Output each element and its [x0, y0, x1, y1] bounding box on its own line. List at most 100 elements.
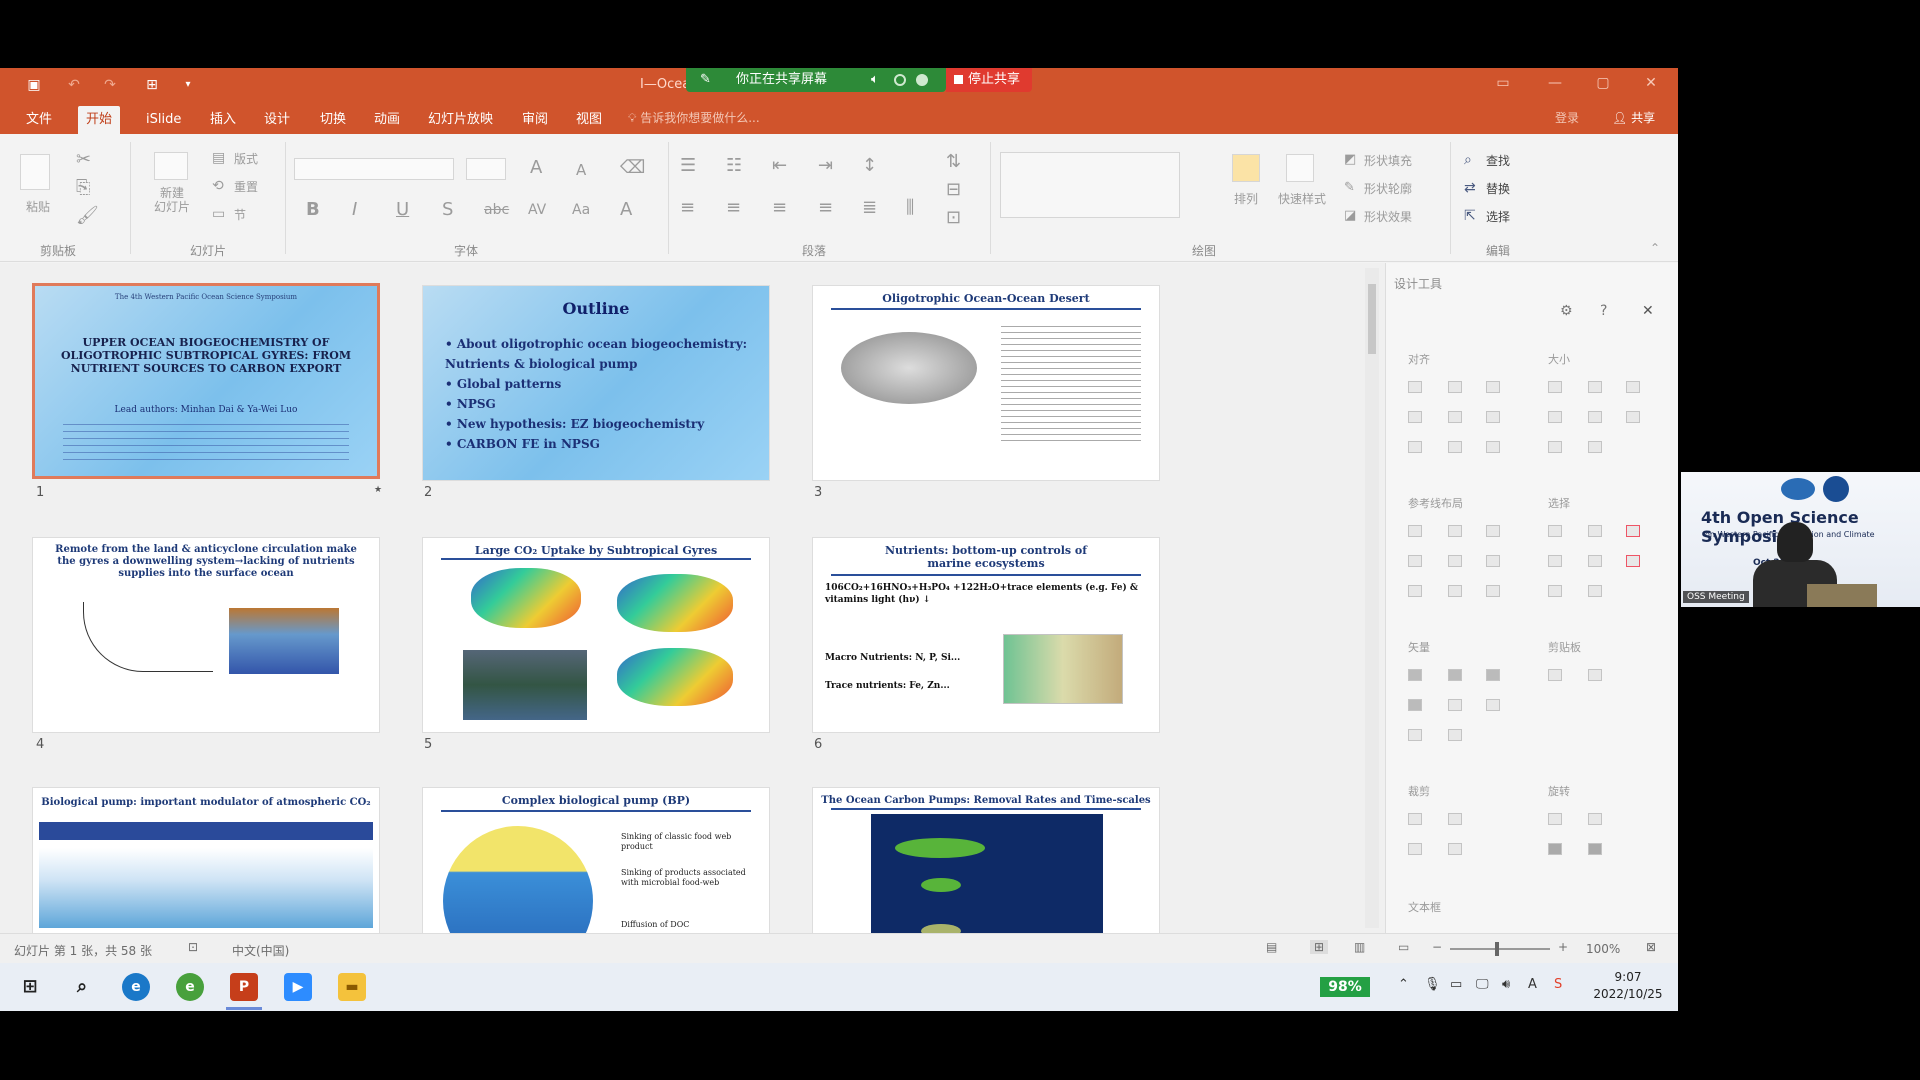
clipboard-tool-icon[interactable]: [1588, 669, 1602, 681]
tab-home[interactable]: 开始: [78, 106, 121, 134]
align-icon[interactable]: [1408, 411, 1422, 423]
clipboard-tool-icon[interactable]: [1548, 669, 1562, 681]
arrange-icon[interactable]: [1232, 154, 1260, 182]
section-icon[interactable]: ▭: [212, 204, 225, 224]
guide-icon[interactable]: [1448, 555, 1462, 567]
smartart-icon[interactable]: ⊡: [946, 208, 961, 228]
bold-icon[interactable]: B: [306, 200, 320, 220]
select-tool-icon[interactable]: [1548, 555, 1562, 567]
network-icon[interactable]: ▭: [1450, 977, 1462, 992]
shape-outline-button[interactable]: 形状轮廓: [1364, 180, 1412, 197]
tab-design[interactable]: 设计: [256, 106, 298, 134]
guide-icon[interactable]: [1448, 585, 1462, 597]
collapse-ribbon-icon[interactable]: ⌃: [1650, 238, 1660, 258]
font-color-icon[interactable]: A: [620, 200, 632, 220]
size-icon[interactable]: [1588, 411, 1602, 423]
powerpoint-icon[interactable]: P: [230, 973, 258, 1001]
rotate-icon[interactable]: [1548, 813, 1562, 825]
ime-icon[interactable]: S: [1554, 977, 1562, 992]
tab-slideshow[interactable]: 幻灯片放映: [420, 106, 501, 134]
close-panel-icon[interactable]: ✕: [1642, 303, 1654, 319]
replace-icon[interactable]: ⇄: [1464, 178, 1476, 198]
vector-icon[interactable]: [1448, 669, 1462, 681]
slide-sorter-view-icon[interactable]: ⊞: [1310, 940, 1329, 954]
crop-icon[interactable]: [1408, 813, 1422, 825]
align-icon[interactable]: [1408, 441, 1422, 453]
align-center-icon[interactable]: ≡: [726, 198, 741, 218]
input-method-icon[interactable]: A: [1528, 977, 1537, 992]
redo-icon[interactable]: ↷: [102, 77, 118, 93]
align-icon[interactable]: [1486, 441, 1500, 453]
vector-icon[interactable]: [1408, 699, 1422, 711]
justify-icon[interactable]: ≡: [818, 198, 833, 218]
guide-icon[interactable]: [1408, 585, 1422, 597]
effects-icon[interactable]: ◪: [1344, 206, 1356, 226]
slide-thumbnail-9[interactable]: The Ocean Carbon Pumps: Removal Rates an…: [812, 787, 1160, 933]
underline-icon[interactable]: U: [396, 200, 409, 220]
slideshow-view-icon[interactable]: ▭: [1398, 940, 1409, 954]
search-icon[interactable]: ⌕: [1464, 150, 1472, 170]
vector-icon[interactable]: [1448, 729, 1462, 741]
close-window-icon[interactable]: ✕: [1644, 76, 1658, 90]
guide-icon[interactable]: [1408, 555, 1422, 567]
char-spacing-icon[interactable]: AV: [528, 200, 546, 220]
vector-icon[interactable]: [1408, 669, 1422, 681]
vector-icon[interactable]: [1448, 699, 1462, 711]
folder-icon[interactable]: ▬: [338, 973, 366, 1001]
format-painter-icon[interactable]: 🖌︎: [76, 206, 99, 226]
zoom-out-icon[interactable]: −: [1432, 940, 1442, 954]
size-icon[interactable]: [1588, 441, 1602, 453]
select-tool-icon[interactable]: [1626, 555, 1640, 567]
replace-button[interactable]: 替换: [1486, 180, 1510, 197]
strikethrough-icon[interactable]: abc: [484, 200, 509, 220]
select-tool-icon[interactable]: [1588, 585, 1602, 597]
new-slide-icon[interactable]: [154, 152, 188, 180]
reading-view-icon[interactable]: ▥: [1354, 940, 1365, 954]
audio-icon[interactable]: 🔈︎: [871, 68, 879, 92]
tab-view[interactable]: 视图: [568, 106, 610, 134]
select-button[interactable]: 选择: [1486, 208, 1510, 225]
align-icon[interactable]: [1486, 381, 1500, 393]
select-icon[interactable]: ⇱: [1464, 206, 1476, 226]
crop-icon[interactable]: [1408, 843, 1422, 855]
align-left-icon[interactable]: ≡: [680, 198, 695, 218]
font-size-select[interactable]: [466, 158, 506, 180]
find-button[interactable]: 查找: [1486, 152, 1510, 169]
paste-button[interactable]: 粘贴: [26, 198, 50, 215]
maximize-icon[interactable]: ▢: [1596, 76, 1610, 90]
size-icon[interactable]: [1626, 381, 1640, 393]
undo-icon[interactable]: ↶: [66, 77, 82, 93]
reset-button[interactable]: 重置: [234, 178, 258, 195]
rotate-icon[interactable]: [1588, 813, 1602, 825]
settings-icon[interactable]: ⚙︎: [1560, 303, 1573, 319]
fit-slide-icon[interactable]: ⊠: [1646, 940, 1656, 954]
display-icon[interactable]: 🖵︎: [1476, 977, 1489, 992]
shape-fill-button[interactable]: 形状填充: [1364, 152, 1412, 169]
align-icon[interactable]: [1448, 441, 1462, 453]
tab-file[interactable]: 文件: [18, 106, 60, 134]
battery-indicator[interactable]: 98%: [1320, 977, 1370, 997]
share-button[interactable]: 👤︎ 共享: [1612, 106, 1655, 130]
minimize-icon[interactable]: —: [1548, 76, 1562, 90]
pencil-icon[interactable]: ✎: [700, 68, 711, 92]
slide-thumbnail-4[interactable]: Remote from the land & anticyclone circu…: [32, 537, 380, 733]
select-tool-icon[interactable]: [1548, 585, 1562, 597]
zoom-in-icon[interactable]: +: [1558, 940, 1568, 954]
save-icon[interactable]: ▣: [26, 77, 42, 93]
help-icon[interactable]: ?: [1600, 303, 1607, 319]
slide-thumbnail-8[interactable]: Complex biological pump (BP) Sinking of …: [422, 787, 770, 933]
present-icon[interactable]: ⊞: [144, 77, 160, 93]
guide-icon[interactable]: [1408, 525, 1422, 537]
shrink-font-icon[interactable]: A: [576, 160, 586, 180]
slide-thumbnail-5[interactable]: Large CO₂ Uptake by Subtropical Gyres: [422, 537, 770, 733]
tab-insert[interactable]: 插入: [202, 106, 244, 134]
slide-thumbnail-2[interactable]: Outline About oligotrophic ocean biogeoc…: [422, 285, 770, 481]
text-direction-icon[interactable]: ⇅: [946, 152, 961, 172]
participant-video[interactable]: 4th Open Science Symposium on Western Pa…: [1681, 472, 1920, 607]
font-name-select[interactable]: [294, 158, 454, 180]
browser-icon[interactable]: e: [176, 973, 204, 1001]
paste-icon[interactable]: [20, 154, 50, 190]
zoom-slider[interactable]: [1450, 948, 1550, 950]
slide-thumbnail-7[interactable]: Biological pump: important modulator of …: [32, 787, 380, 933]
sorter-scrollbar[interactable]: [1365, 268, 1379, 928]
